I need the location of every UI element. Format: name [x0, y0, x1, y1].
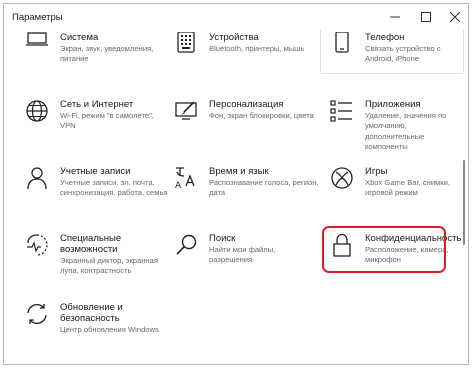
keyboard-icon: [177, 32, 195, 53]
tile-description: Распознавание голоса, регион, дата: [209, 178, 319, 198]
tile-title: Персонализация: [209, 99, 284, 110]
time-language-icon: A: [175, 167, 195, 190]
tile-description: Найти мои файлы, разрешения: [209, 245, 276, 265]
tile-description: Xbox Game Bar, снимки, игровой режим: [365, 178, 450, 198]
tile-gaming[interactable]: Игры Xbox Game Bar, снимки, игровой режи…: [330, 166, 458, 206]
svg-text:A: A: [175, 181, 182, 190]
scrollbar[interactable]: [463, 160, 465, 245]
window-title: Параметры: [12, 12, 63, 23]
tile-time-language[interactable]: A Время и язык Распознавание голоса, рег…: [174, 166, 319, 206]
tile-description: Wi-Fi, режим "в самолете", VPN: [60, 111, 154, 131]
tile-description: Центр обновления Windows: [60, 325, 159, 334]
tile-title: Устройства: [209, 32, 259, 43]
tile-network[interactable]: Сеть и Интернет Wi-Fi, режим "в самолете…: [25, 99, 165, 139]
maximize-icon: [421, 12, 431, 22]
tile-apps[interactable]: Приложения Удаление, значения по умолчан…: [330, 99, 458, 151]
laptop-icon: [26, 32, 48, 46]
maximize-button[interactable]: [411, 4, 441, 30]
tile-personalization[interactable]: Персонализация Фон, экран блокировки, цв…: [174, 99, 314, 139]
paintbrush-icon: [175, 101, 197, 120]
tile-system[interactable]: Система Экран, звук, уведомления, питани…: [25, 32, 165, 72]
tile-description: Удаление, значения по умолчанию, дополни…: [365, 111, 447, 151]
tile-description: Экран, звук, уведомления, питание: [60, 44, 154, 64]
apps-list-icon: [330, 100, 352, 122]
minimize-button[interactable]: [380, 4, 410, 30]
tile-title: Время и язык: [209, 166, 269, 177]
tile-description: Связать устройство с Android, iPhone: [365, 44, 441, 64]
tile-title: Система: [60, 32, 99, 43]
tile-title: Приложения: [365, 99, 421, 110]
close-icon: [450, 12, 460, 22]
tile-title: Сеть и Интернет: [60, 99, 134, 110]
tile-title: Игры: [365, 166, 388, 177]
tile-accessibility[interactable]: Специальные возможности Экранный диктор,…: [25, 233, 165, 278]
tile-devices[interactable]: Устройства Bluetooth, принтеры, мышь: [174, 32, 314, 72]
globe-icon: [26, 100, 48, 122]
tile-title: Телефон: [365, 32, 405, 43]
tile-description: Bluetooth, принтеры, мышь: [209, 44, 305, 53]
tile-update-security[interactable]: Обновление и безопасность Центр обновлен…: [25, 302, 165, 352]
search-icon: [176, 234, 197, 255]
accessibility-icon: [27, 234, 48, 256]
tile-title: Специальные возможности: [60, 233, 122, 255]
tile-description: Учетные записи, эл. почта, синхронизация…: [60, 178, 168, 198]
settings-grid: Система Экран, звук, уведомления, питани…: [4, 30, 468, 364]
tile-accounts[interactable]: Учетные записи Учетные записи, эл. почта…: [25, 166, 168, 206]
xbox-icon: [331, 167, 353, 189]
phone-icon: [335, 32, 349, 53]
tile-description: Фон, экран блокировки, цвета: [209, 111, 314, 120]
sync-icon: [27, 304, 47, 324]
tile-title: Поиск: [209, 233, 236, 244]
tile-title: Обновление и безопасность: [60, 302, 123, 324]
tile-phone[interactable]: Телефон Связать устройство с Android, iP…: [330, 32, 458, 72]
tile-description: Экранный диктор, экранная лупа, контраст…: [60, 256, 158, 276]
settings-window: Параметры Система Экран, звук, уведомлен…: [3, 3, 469, 365]
person-icon: [27, 167, 47, 190]
close-button[interactable]: [440, 4, 468, 30]
tile-search[interactable]: Поиск Найти мои файлы, разрешения: [174, 233, 314, 273]
minimize-icon: [390, 16, 400, 18]
title-bar: Параметры: [4, 4, 468, 30]
tile-title: Учетные записи: [60, 166, 131, 177]
privacy-highlight-box: [322, 226, 446, 273]
